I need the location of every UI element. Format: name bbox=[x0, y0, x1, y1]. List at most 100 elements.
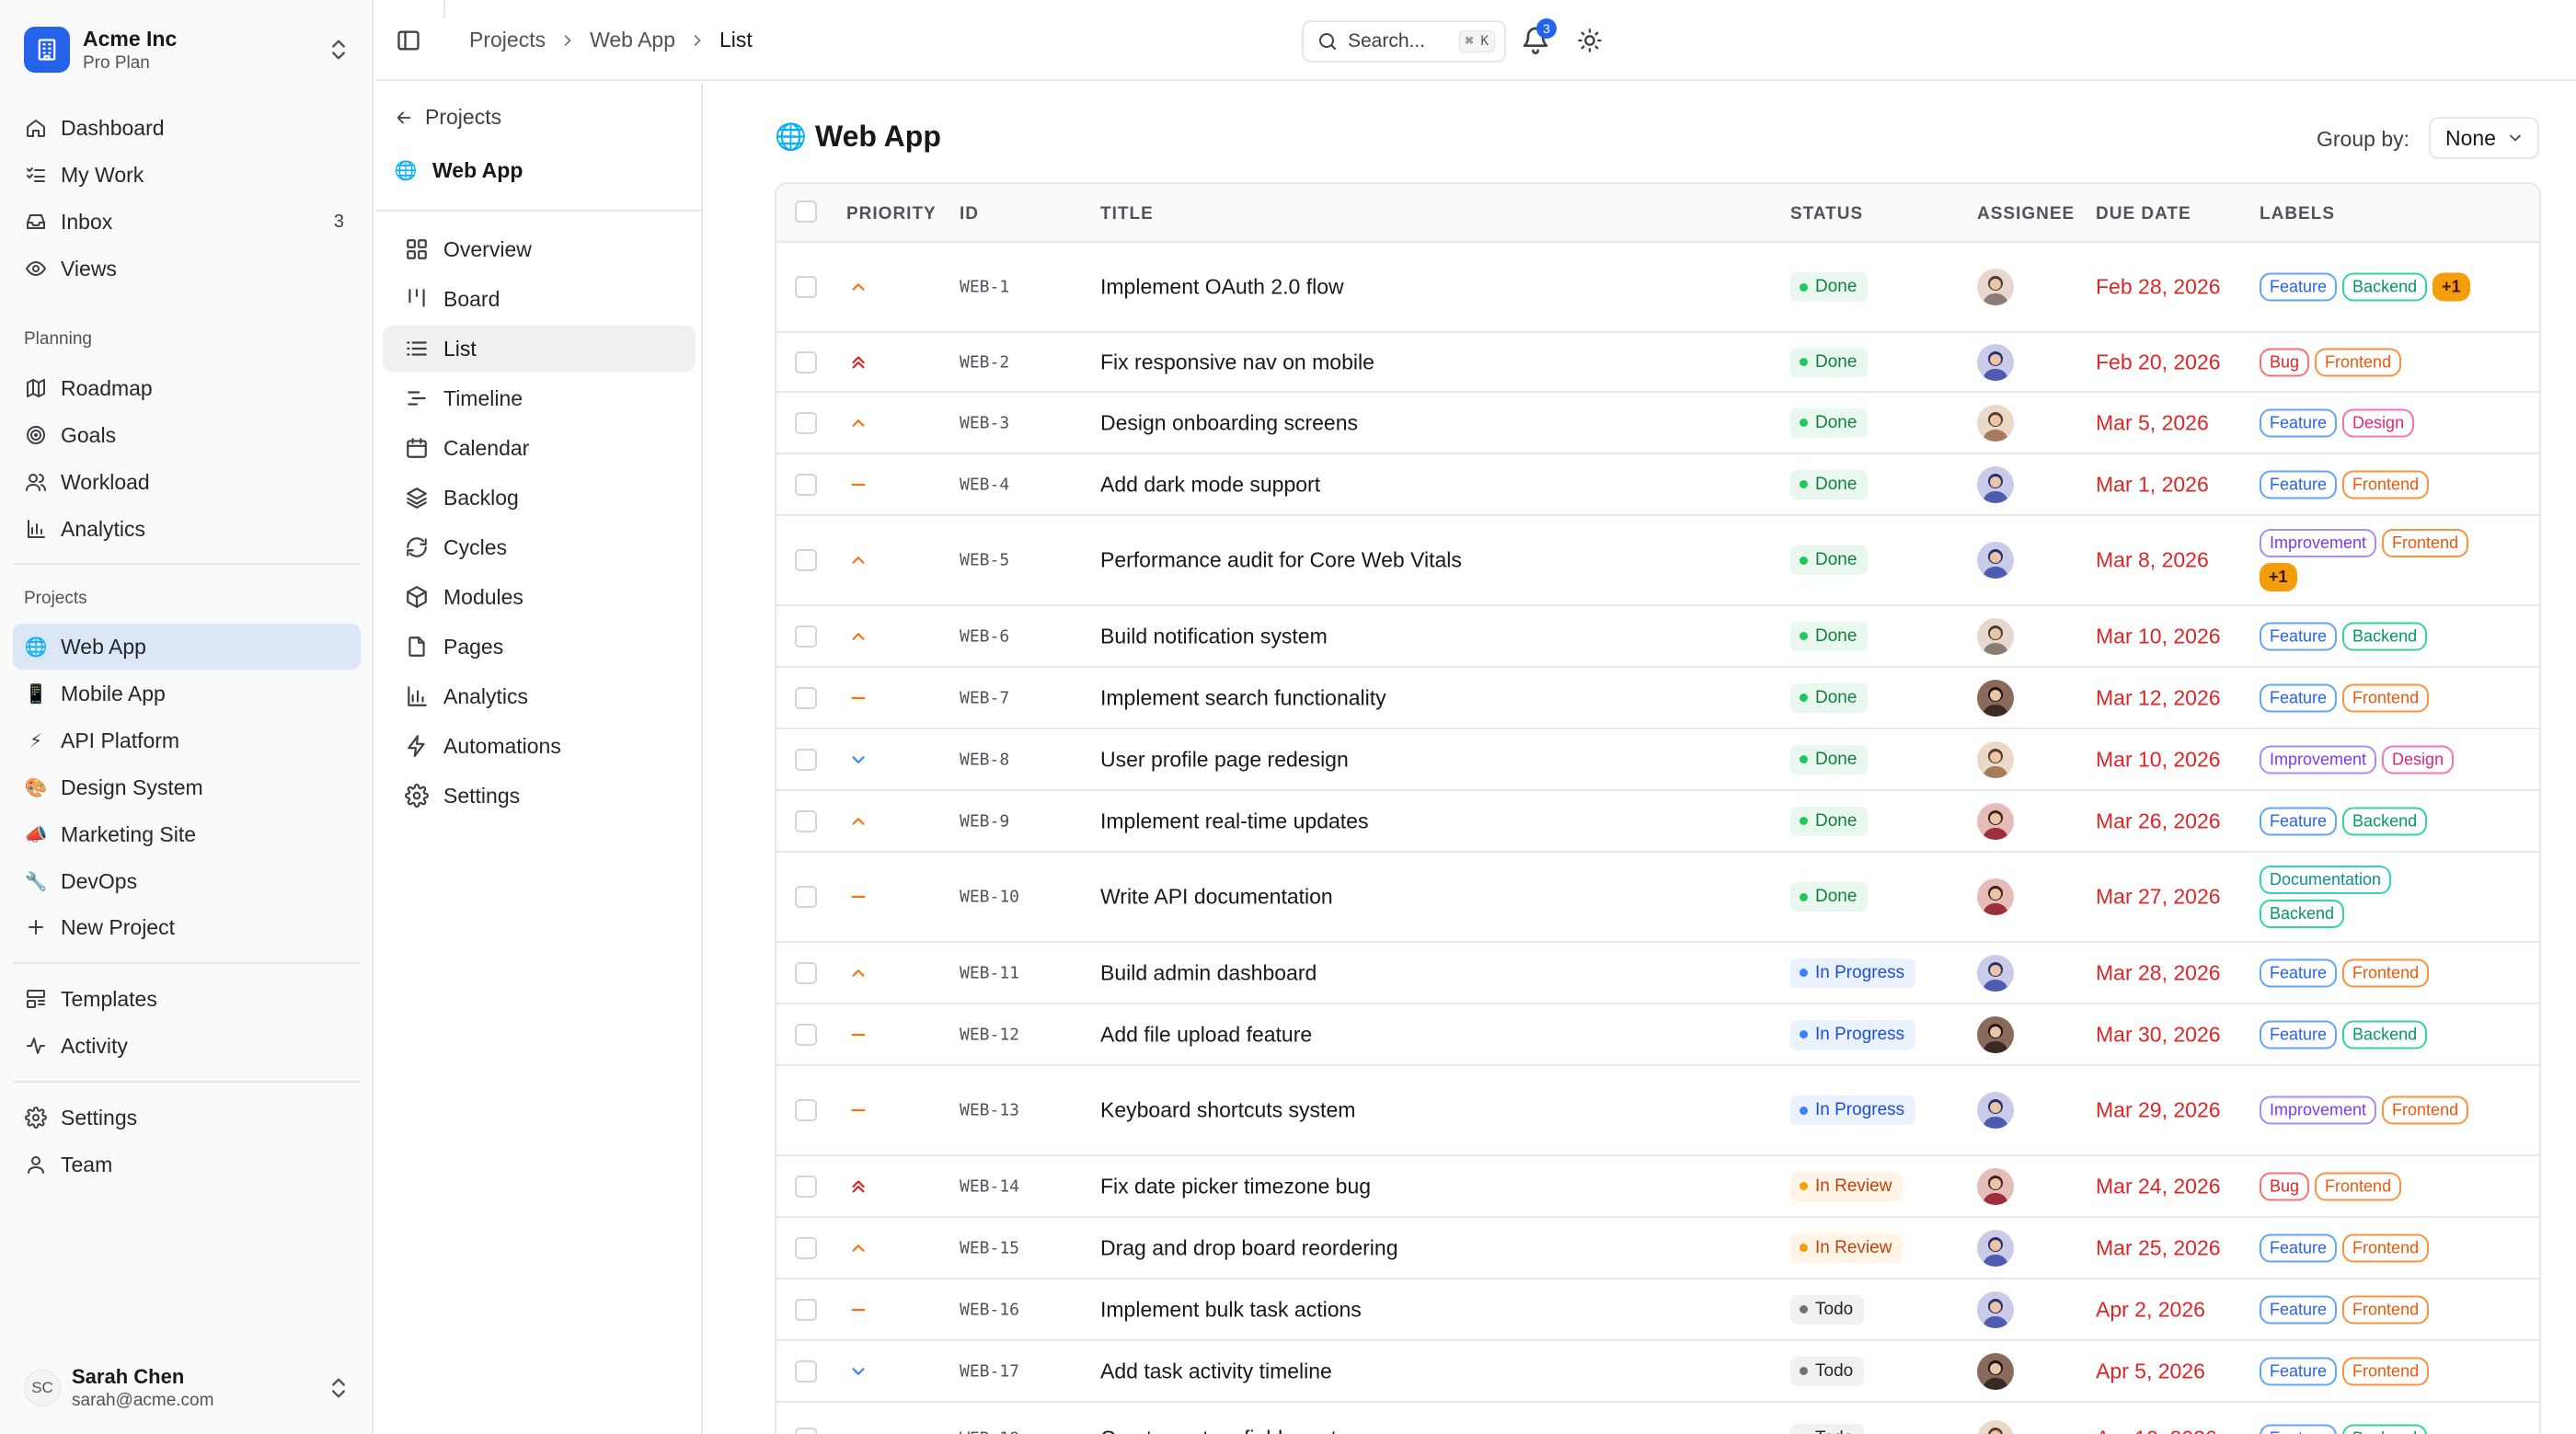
task-title[interactable]: Fix date picker timezone bug bbox=[1100, 1174, 1371, 1199]
due-date[interactable]: Mar 28, 2026 bbox=[2096, 960, 2221, 985]
project-tab-pages[interactable]: Pages bbox=[383, 624, 696, 670]
user-menu[interactable]: SC Sarah Chen sarah@acme.com bbox=[24, 1361, 351, 1415]
table-row[interactable]: WEB-15 Drag and drop board reordering In R… bbox=[776, 1218, 2539, 1279]
due-date[interactable]: Mar 5, 2026 bbox=[2096, 410, 2209, 435]
labels-cell[interactable]: Improvement Frontend +1 bbox=[2260, 529, 2480, 591]
priority-high-icon[interactable] bbox=[848, 626, 868, 647]
table-row[interactable]: WEB-14 Fix date picker timezone bug In Rev… bbox=[776, 1156, 2539, 1218]
assignee-avatar[interactable] bbox=[1977, 679, 2014, 717]
assignee-avatar[interactable] bbox=[1977, 617, 2014, 655]
column-priority[interactable]: PRIORITY bbox=[846, 204, 937, 224]
status-badge[interactable]: In Review bbox=[1790, 1171, 1903, 1201]
search-button[interactable]: Search... ⌘ K bbox=[1302, 20, 1506, 63]
table-row[interactable]: WEB-1 Implement OAuth 2.0 flow Done Feb 28,… bbox=[776, 243, 2539, 333]
priority-medium-icon[interactable] bbox=[848, 1300, 868, 1320]
due-date[interactable]: Apr 2, 2026 bbox=[2096, 1297, 2205, 1322]
status-badge[interactable]: In Progress bbox=[1790, 958, 1916, 988]
row-checkbox[interactable] bbox=[795, 625, 817, 648]
labels-cell[interactable]: Bug Frontend bbox=[2260, 348, 2480, 376]
table-row[interactable]: WEB-11 Build admin dashboard In Progress Ma… bbox=[776, 943, 2539, 1004]
assignee-avatar[interactable] bbox=[1977, 1420, 2014, 1434]
due-date[interactable]: Mar 29, 2026 bbox=[2096, 1098, 2221, 1123]
table-row[interactable]: WEB-7 Implement search functionality Done M… bbox=[776, 668, 2539, 729]
row-checkbox[interactable] bbox=[795, 1298, 817, 1321]
sidebar-item-templates[interactable]: Templates bbox=[13, 976, 361, 1022]
due-date[interactable]: Apr 5, 2026 bbox=[2096, 1359, 2205, 1383]
assignee-avatar[interactable] bbox=[1977, 1291, 2014, 1328]
row-checkbox[interactable] bbox=[795, 473, 817, 496]
labels-cell[interactable]: Feature Design bbox=[2260, 408, 2480, 437]
task-title[interactable]: Performance audit for Core Web Vitals bbox=[1100, 548, 1462, 573]
assignee-avatar[interactable] bbox=[1977, 1015, 2014, 1053]
sidebar-item-goals[interactable]: Goals bbox=[13, 412, 361, 458]
due-date[interactable]: Mar 27, 2026 bbox=[2096, 885, 2221, 910]
due-date[interactable]: Feb 20, 2026 bbox=[2096, 350, 2221, 374]
due-date[interactable]: Mar 10, 2026 bbox=[2096, 747, 2221, 772]
sidebar-item-settings[interactable]: Settings bbox=[13, 1095, 361, 1141]
project-tab-overview[interactable]: Overview bbox=[383, 226, 696, 272]
task-title[interactable]: Implement search functionality bbox=[1100, 685, 1386, 710]
row-checkbox[interactable] bbox=[795, 961, 817, 984]
table-row[interactable]: WEB-5 Performance audit for Core Web Vita… bbox=[776, 516, 2539, 606]
due-date[interactable]: Apr 10, 2026 bbox=[2096, 1427, 2217, 1434]
due-date[interactable]: Feb 28, 2026 bbox=[2096, 275, 2221, 300]
breadcrumb-web-app[interactable]: Web App bbox=[590, 28, 675, 52]
status-badge[interactable]: Done bbox=[1790, 347, 1869, 377]
assignee-avatar[interactable] bbox=[1977, 878, 2014, 915]
row-checkbox[interactable] bbox=[795, 886, 817, 908]
row-checkbox[interactable] bbox=[795, 350, 817, 373]
status-badge[interactable]: Done bbox=[1790, 469, 1869, 499]
status-badge[interactable]: Done bbox=[1790, 272, 1869, 302]
table-row[interactable]: WEB-9 Implement real-time updates Done Mar … bbox=[776, 791, 2539, 853]
assignee-avatar[interactable] bbox=[1977, 802, 2014, 840]
labels-cell[interactable]: Improvement Frontend bbox=[2260, 1096, 2480, 1125]
row-checkbox[interactable] bbox=[795, 686, 817, 709]
labels-cell[interactable]: Feature Backend +1 bbox=[2260, 272, 2480, 302]
task-title[interactable]: Add dark mode support bbox=[1100, 472, 1320, 497]
row-checkbox[interactable] bbox=[795, 276, 817, 298]
labels-cell[interactable]: FeatureBackend bbox=[2260, 807, 2480, 835]
assignee-avatar[interactable] bbox=[1977, 404, 2014, 442]
status-badge[interactable]: Done bbox=[1790, 407, 1869, 438]
back-to-projects-link[interactable]: Projects bbox=[394, 105, 501, 130]
priority-high-icon[interactable] bbox=[848, 277, 868, 297]
task-title[interactable]: Add file upload feature bbox=[1100, 1022, 1312, 1047]
table-row[interactable]: WEB-12 Add file upload feature In Progress… bbox=[776, 1004, 2539, 1066]
assignee-avatar[interactable] bbox=[1977, 954, 2014, 992]
breadcrumb-projects[interactable]: Projects bbox=[469, 28, 546, 52]
status-badge[interactable]: Done bbox=[1790, 545, 1869, 575]
assignee-avatar[interactable] bbox=[1977, 740, 2014, 778]
labels-cell[interactable]: Bug Frontend bbox=[2260, 1172, 2480, 1200]
project-tab-modules[interactable]: Modules bbox=[383, 574, 696, 620]
task-title[interactable]: User profile page redesign bbox=[1100, 747, 1349, 772]
project-tab-timeline[interactable]: Timeline bbox=[383, 375, 696, 421]
column-assignee[interactable]: ASSIGNEE bbox=[1977, 204, 2075, 224]
labels-cell[interactable]: Documentation Backend bbox=[2260, 866, 2480, 928]
project-tab-calendar[interactable]: Calendar bbox=[383, 425, 696, 471]
task-title[interactable]: Build admin dashboard bbox=[1100, 960, 1317, 985]
project-tab-backlog[interactable]: Backlog bbox=[383, 475, 696, 521]
task-title[interactable]: Fix responsive nav on mobile bbox=[1100, 350, 1374, 374]
assignee-avatar[interactable] bbox=[1977, 465, 2014, 503]
table-row[interactable]: WEB-3 Design onboarding screens Done Mar 5,… bbox=[776, 393, 2539, 454]
priority-medium-icon[interactable] bbox=[848, 688, 868, 708]
task-title[interactable]: Keyboard shortcuts system bbox=[1100, 1098, 1355, 1123]
sidebar-item-roadmap[interactable]: Roadmap bbox=[13, 365, 361, 411]
column-due-date[interactable]: DUE DATE bbox=[2096, 204, 2191, 224]
row-checkbox[interactable] bbox=[795, 1428, 817, 1434]
priority-medium-icon[interactable] bbox=[848, 475, 868, 495]
assignee-avatar[interactable] bbox=[1977, 343, 2014, 381]
labels-cell[interactable]: Feature Frontend bbox=[2260, 958, 2480, 987]
due-date[interactable]: Mar 24, 2026 bbox=[2096, 1174, 2221, 1199]
sidebar-project-design-system[interactable]: 🎨 Design System bbox=[13, 764, 361, 810]
sidebar-item-my-work[interactable]: My Work bbox=[13, 152, 361, 198]
sidebar-project-web-app[interactable]: 🌐 Web App bbox=[13, 624, 361, 670]
column-title[interactable]: TITLE bbox=[1100, 204, 1154, 224]
task-title[interactable]: Write API documentation bbox=[1100, 885, 1333, 910]
priority-low-icon[interactable] bbox=[848, 750, 868, 770]
row-checkbox[interactable] bbox=[795, 748, 817, 771]
due-date[interactable]: Mar 1, 2026 bbox=[2096, 472, 2209, 497]
labels-cell[interactable]: Feature Frontend bbox=[2260, 1233, 2480, 1262]
status-badge[interactable]: In Progress bbox=[1790, 1019, 1916, 1050]
column-labels[interactable]: LABELS bbox=[2260, 204, 2335, 224]
